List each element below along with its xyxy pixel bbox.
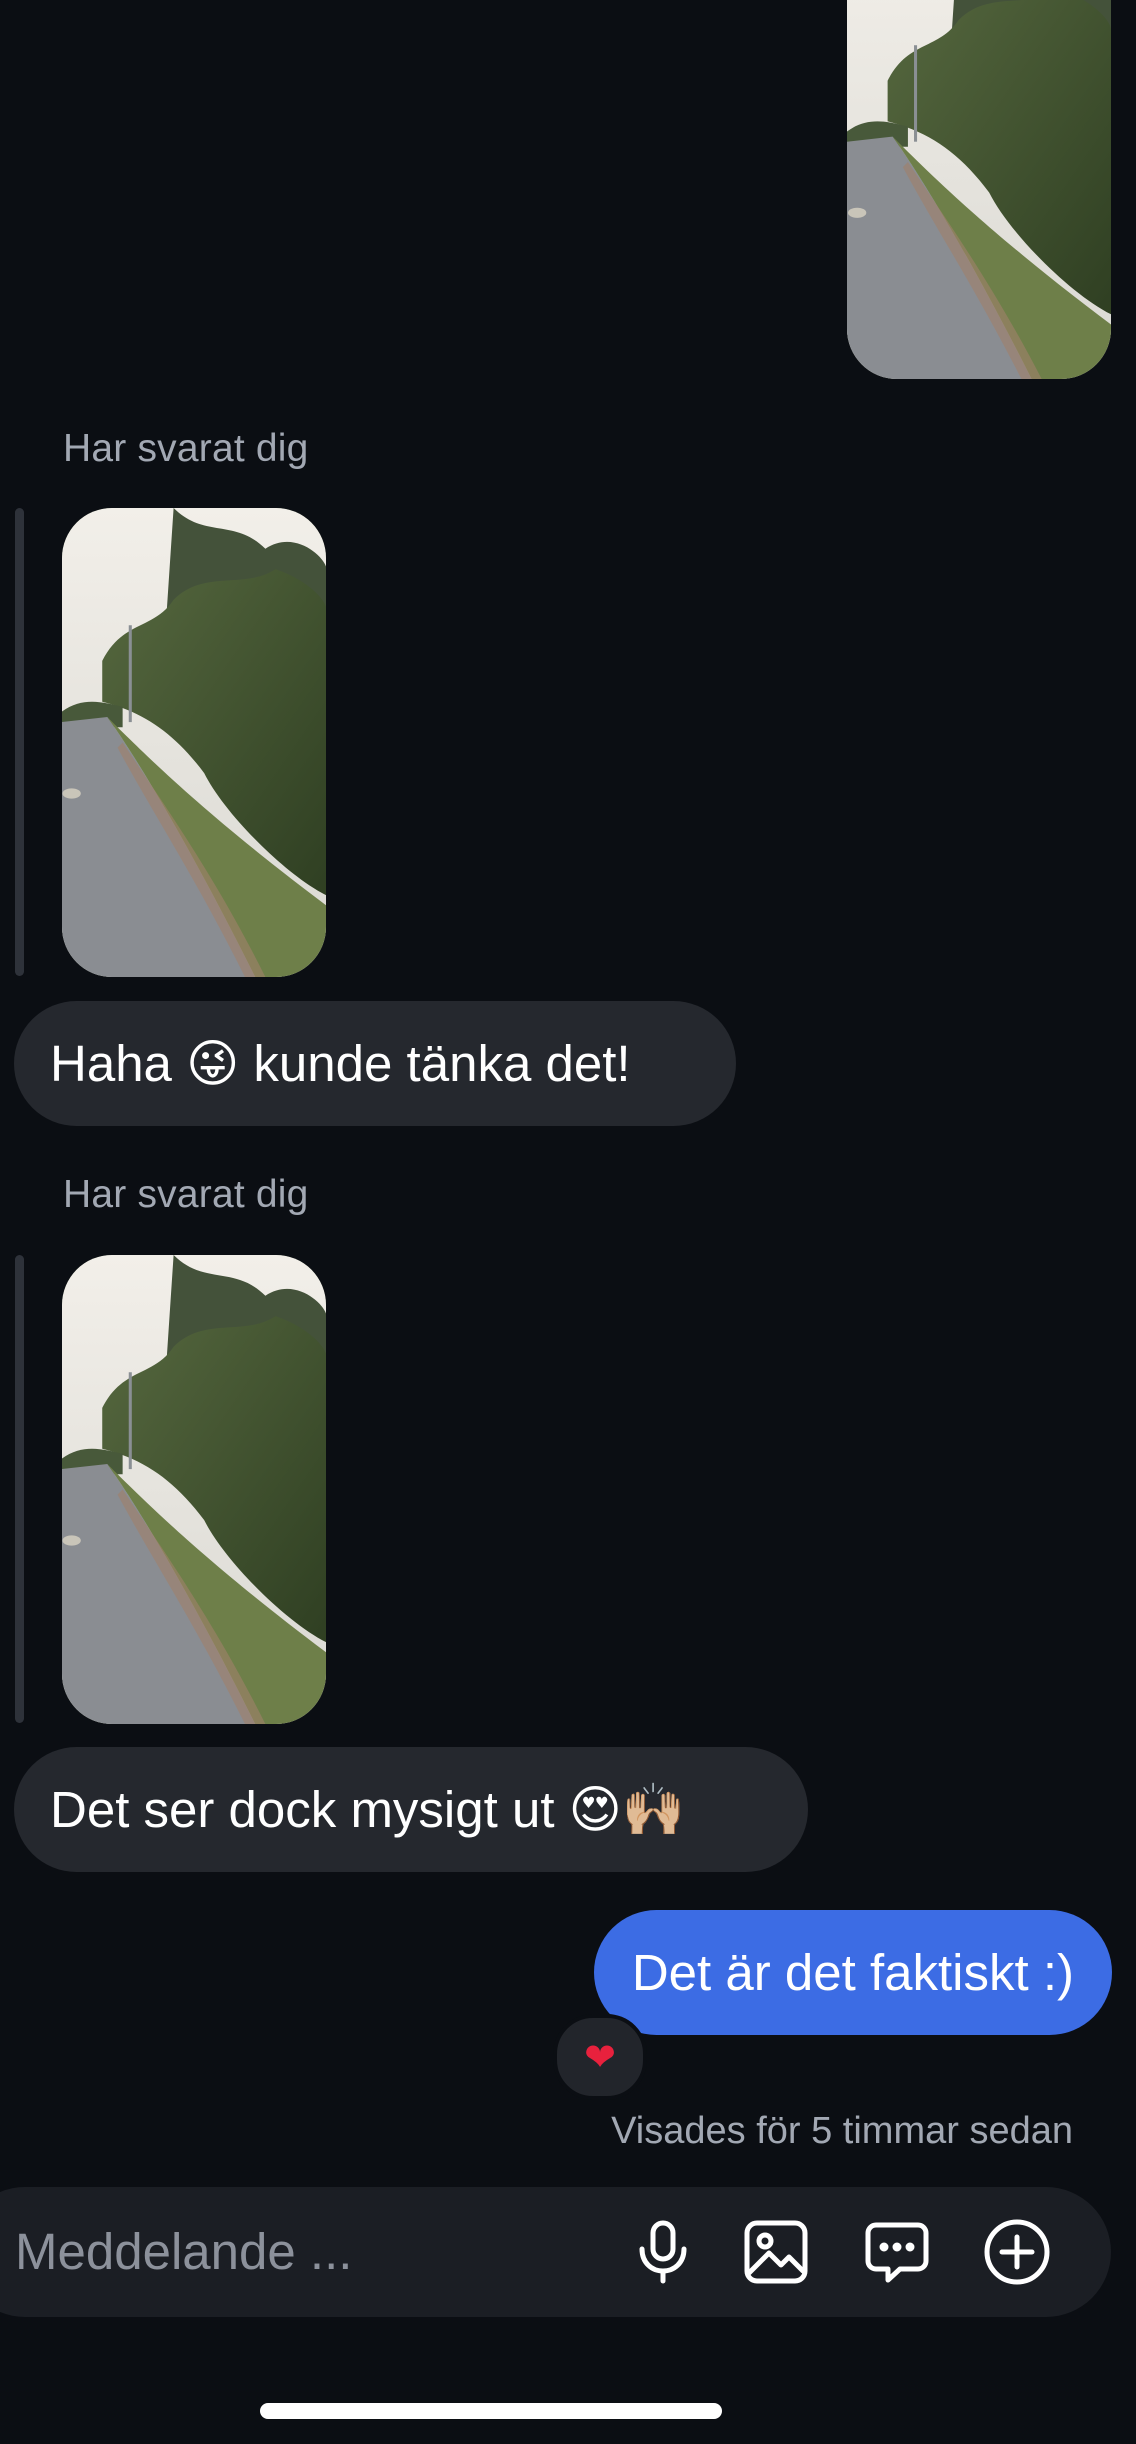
message-text: Haha 😜 kunde tänka det! bbox=[50, 1034, 631, 1092]
replied-photo[interactable] bbox=[62, 1255, 326, 1724]
photo-image bbox=[847, 0, 1111, 379]
message-text: Det är det faktiskt :) bbox=[631, 1944, 1074, 2001]
seen-status: Visades för 5 timmar sedan bbox=[611, 2110, 1073, 2152]
microphone-icon[interactable] bbox=[628, 2217, 698, 2287]
heart-icon: ❤ bbox=[584, 2036, 616, 2079]
incoming-message-bubble[interactable]: Haha 😜 kunde tänka det! bbox=[14, 1001, 736, 1126]
replied-photo[interactable] bbox=[62, 508, 326, 977]
outgoing-message-bubble[interactable]: Det är det faktiskt :) bbox=[593, 1910, 1112, 2035]
heart-reaction[interactable]: ❤ bbox=[553, 2014, 647, 2100]
reply-label: Har svarat dig bbox=[63, 427, 309, 470]
message-input[interactable]: Meddelande ... bbox=[15, 2187, 352, 2317]
message-composer[interactable]: Meddelande ... bbox=[0, 2187, 1111, 2317]
photo-image bbox=[62, 1255, 326, 1724]
plus-circle-icon[interactable] bbox=[982, 2217, 1052, 2287]
reply-label: Har svarat dig bbox=[63, 1173, 309, 1216]
home-indicator[interactable] bbox=[260, 2403, 722, 2419]
message-text: Det ser dock mysigt ut 😍🙌🏼 bbox=[50, 1780, 686, 1838]
image-icon[interactable] bbox=[741, 2217, 811, 2287]
incoming-message-bubble[interactable]: Det ser dock mysigt ut 😍🙌🏼 bbox=[14, 1747, 808, 1872]
chat-screen: Har svarat dig Haha 😜 kunde tänka det! H… bbox=[0, 0, 1136, 2444]
chat-bubble-icon[interactable] bbox=[862, 2217, 932, 2287]
photo-image bbox=[62, 508, 326, 977]
reply-indicator-bar bbox=[15, 508, 24, 976]
reply-indicator-bar bbox=[15, 1255, 24, 1723]
shared-photo-outgoing[interactable] bbox=[847, 0, 1111, 379]
